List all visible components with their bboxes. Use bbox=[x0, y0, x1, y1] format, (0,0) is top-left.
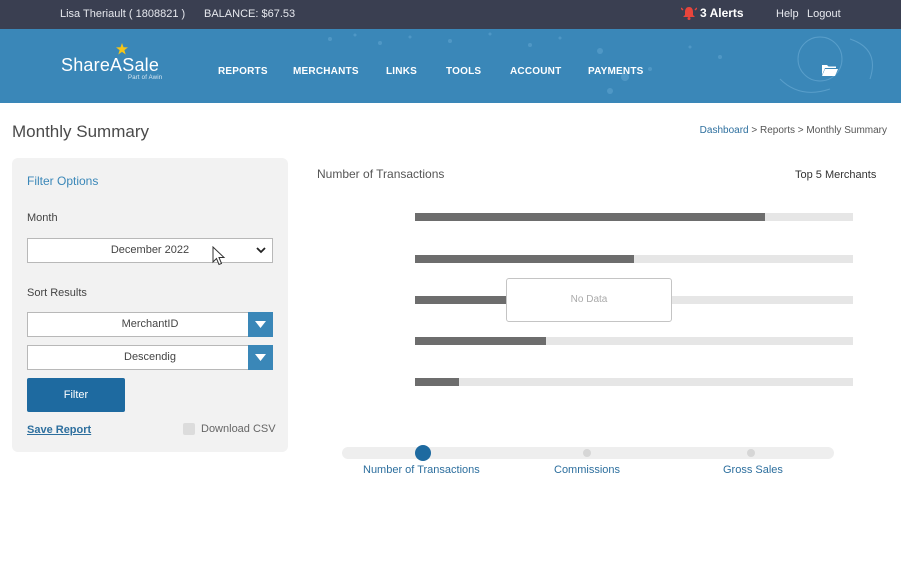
page-title: Monthly Summary bbox=[12, 122, 149, 141]
sort-order-value: Descendig bbox=[124, 351, 176, 363]
breadcrumb: Dashboard > Reports > Monthly Summary bbox=[700, 125, 887, 136]
alerts-count: 3 Alerts bbox=[700, 6, 744, 20]
nav-account[interactable]: ACCOUNT bbox=[510, 66, 561, 77]
bar-track bbox=[415, 337, 853, 345]
nav-payments[interactable]: PAYMENTS bbox=[588, 66, 644, 77]
breadcrumb-separator: > bbox=[795, 125, 807, 136]
logo-subtitle: Part of Awin bbox=[128, 75, 163, 81]
view-option-transactions[interactable]: Number of Transactions bbox=[363, 464, 480, 476]
top-bar: Lisa Theriault ( 1808821 ) BALANCE: $67.… bbox=[0, 0, 901, 29]
bar-track bbox=[415, 255, 853, 263]
user-name: Lisa Theriault ( 1808821 ) bbox=[60, 8, 186, 20]
caret-down-icon bbox=[255, 354, 266, 361]
caret-down-icon bbox=[255, 321, 266, 328]
download-csv-checkbox[interactable] bbox=[183, 423, 195, 435]
sharesale-logo[interactable]: ShareASale Part of Awin bbox=[61, 43, 162, 81]
view-slider-knob-transactions[interactable] bbox=[415, 445, 431, 461]
view-slider-knob-gross-sales[interactable] bbox=[747, 449, 755, 457]
sort-order-select[interactable]: Descendig bbox=[27, 345, 273, 370]
bar-fill bbox=[415, 378, 459, 386]
view-option-gross-sales[interactable]: Gross Sales bbox=[723, 464, 783, 476]
breadcrumb-separator: > bbox=[748, 125, 760, 136]
main-header: ShareASale Part of Awin REPORTS MERCHANT… bbox=[0, 29, 901, 103]
download-csv-label[interactable]: Download CSV bbox=[201, 423, 276, 435]
month-label: Month bbox=[27, 212, 58, 224]
breadcrumb-dashboard[interactable]: Dashboard bbox=[700, 125, 749, 136]
folder-icon[interactable] bbox=[821, 63, 839, 77]
month-select[interactable]: December 2022 bbox=[27, 238, 273, 263]
filter-button[interactable]: Filter bbox=[27, 378, 125, 412]
bar-track bbox=[415, 378, 853, 386]
alerts-link[interactable]: 3 Alerts bbox=[681, 6, 744, 20]
sort-field-value: MerchantID bbox=[121, 318, 179, 330]
nav-tools[interactable]: TOOLS bbox=[446, 66, 481, 77]
save-report-link[interactable]: Save Report bbox=[27, 424, 91, 436]
sort-label: Sort Results bbox=[27, 287, 87, 299]
bar-track bbox=[415, 213, 853, 221]
breadcrumb-reports: Reports bbox=[760, 125, 796, 136]
bar-fill bbox=[415, 213, 766, 221]
bar-fill bbox=[415, 337, 547, 345]
bar-fill bbox=[415, 255, 634, 263]
nav-links[interactable]: LINKS bbox=[386, 66, 417, 77]
chart-title: Number of Transactions bbox=[317, 167, 445, 181]
star-icon bbox=[116, 43, 128, 55]
nav-merchants[interactable]: MERCHANTS bbox=[293, 66, 359, 77]
logout-link[interactable]: Logout bbox=[807, 8, 841, 20]
dropdown-button[interactable] bbox=[248, 345, 273, 370]
month-value: December 2022 bbox=[110, 244, 190, 256]
chevron-down-icon bbox=[256, 247, 266, 254]
dropdown-button[interactable] bbox=[248, 312, 273, 337]
logo-text: ShareASale bbox=[61, 55, 160, 75]
sort-field-select[interactable]: MerchantID bbox=[27, 312, 273, 337]
view-slider-knob-commissions[interactable] bbox=[583, 449, 591, 457]
bar-fill bbox=[415, 296, 507, 304]
nav-reports[interactable]: REPORTS bbox=[218, 66, 268, 77]
bell-icon bbox=[681, 7, 697, 20]
breadcrumb-current: Monthly Summary bbox=[806, 125, 887, 136]
top-merchants-label: Top 5 Merchants bbox=[795, 169, 877, 181]
filter-title: Filter Options bbox=[27, 174, 99, 188]
help-link[interactable]: Help bbox=[776, 8, 799, 20]
balance: BALANCE: $67.53 bbox=[204, 8, 296, 20]
mouse-cursor-icon bbox=[212, 246, 226, 266]
no-data-message: No Data bbox=[506, 278, 672, 322]
filter-panel: Filter Options Month December 2022 Sort … bbox=[12, 158, 288, 452]
view-option-commissions[interactable]: Commissions bbox=[554, 464, 620, 476]
